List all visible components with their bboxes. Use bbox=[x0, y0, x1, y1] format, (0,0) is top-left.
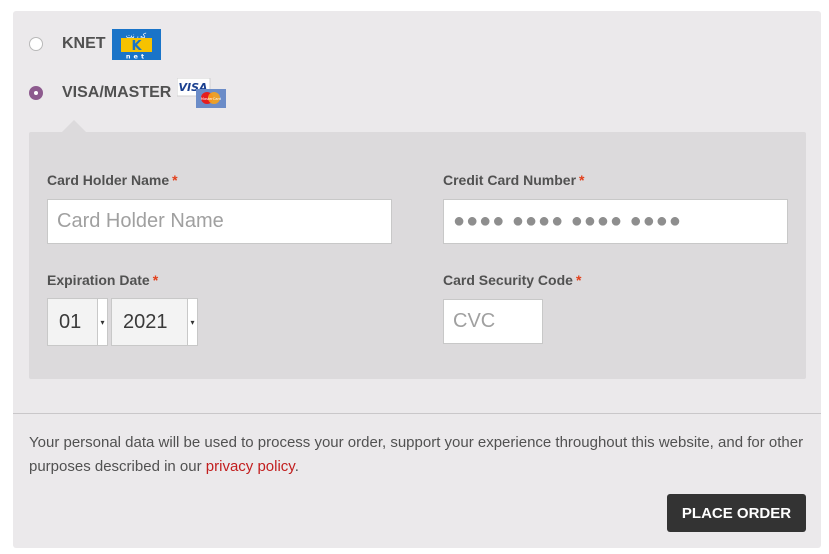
visa-master-radio[interactable] bbox=[29, 86, 43, 100]
expiry-month-select[interactable]: 01 ▾ bbox=[47, 298, 108, 346]
privacy-notice: Your personal data will be used to proce… bbox=[29, 434, 804, 475]
svg-text:MasterCard: MasterCard bbox=[201, 97, 221, 101]
place-order-button[interactable]: PLACE ORDER bbox=[667, 494, 806, 532]
knet-logo-icon: كي نت K net bbox=[111, 28, 161, 60]
panel-pointer bbox=[62, 120, 86, 132]
cvc-placeholder: CVC bbox=[453, 310, 496, 332]
visa-master-label: VISA/MASTER bbox=[62, 84, 172, 101]
card-number-placeholder: ●●●● ●●●● ●●●● ●●●● bbox=[453, 210, 682, 232]
chevron-down-icon: ▾ bbox=[187, 299, 197, 345]
holder-name-placeholder: Card Holder Name bbox=[57, 210, 224, 232]
expiration-date-label: Expiration Date * bbox=[47, 272, 159, 288]
payment-method-visa-master[interactable]: VISA/MASTER VISA MasterCard bbox=[29, 77, 227, 108]
payment-method-knet[interactable]: KNET كي نت K net bbox=[29, 28, 161, 60]
payment-box: KNET كي نت K net VISA/MASTER VISA Master… bbox=[13, 11, 821, 548]
expiry-month-value: 01 bbox=[59, 310, 82, 333]
card-number-input[interactable]: ●●●● ●●●● ●●●● ●●●● bbox=[443, 199, 788, 244]
visa-mastercard-icon: VISA MasterCard bbox=[176, 77, 227, 108]
cvc-input[interactable]: CVC bbox=[443, 299, 543, 344]
expiry-year-value: 2021 bbox=[123, 310, 168, 333]
holder-name-input[interactable]: Card Holder Name bbox=[47, 199, 392, 244]
cvc-label: Card Security Code * bbox=[443, 272, 582, 288]
privacy-policy-link[interactable]: privacy policy bbox=[206, 458, 295, 475]
holder-name-label: Card Holder Name * bbox=[47, 172, 178, 188]
knet-label: KNET bbox=[62, 35, 106, 52]
divider bbox=[13, 413, 821, 414]
card-number-label: Credit Card Number * bbox=[443, 172, 585, 188]
chevron-down-icon: ▾ bbox=[97, 299, 107, 345]
knet-radio[interactable] bbox=[29, 37, 43, 51]
svg-text:net: net bbox=[125, 52, 146, 60]
expiry-year-select[interactable]: 2021 ▾ bbox=[111, 298, 198, 346]
